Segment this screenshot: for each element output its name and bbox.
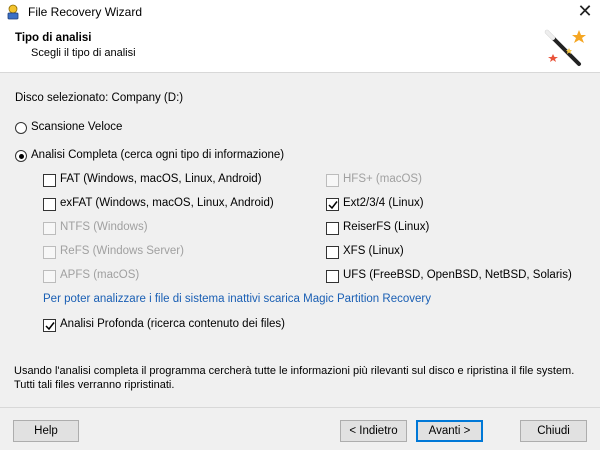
selected-disk-label: Disco selezionato: Company (D:)	[15, 92, 184, 104]
ntfs-checkbox	[43, 222, 56, 235]
hfsplus-label: HFS+ (macOS)	[343, 173, 422, 185]
refs-checkbox	[43, 246, 56, 259]
xfs-label[interactable]: XFS (Linux)	[343, 245, 404, 257]
ufs-label[interactable]: UFS (FreeBSD, OpenBSD, NetBSD, Solaris)	[343, 269, 572, 281]
deep-scan-label[interactable]: Analisi Profonda (ricerca contenuto dei …	[60, 318, 285, 330]
page-title: Tipo di analisi	[15, 32, 92, 44]
apfs-checkbox	[43, 270, 56, 283]
footer-divider	[0, 407, 600, 408]
reiserfs-label[interactable]: ReiserFS (Linux)	[343, 221, 429, 233]
ntfs-label: NTFS (Windows)	[60, 221, 148, 233]
xfs-checkbox[interactable]	[326, 246, 339, 259]
ext-label[interactable]: Ext2/3/4 (Linux)	[343, 197, 424, 209]
exfat-label[interactable]: exFAT (Windows, macOS, Linux, Android)	[60, 197, 274, 209]
fast-scan-label[interactable]: Scansione Veloce	[31, 121, 122, 133]
refs-label: ReFS (Windows Server)	[60, 245, 184, 257]
checkmark-icon	[328, 201, 338, 210]
page-subtitle: Scegli il tipo di analisi	[31, 47, 136, 59]
scan-description: Usando l'analisi completa il programma c…	[14, 365, 575, 391]
close-window-icon[interactable]: ✕	[574, 1, 596, 23]
checkmark-icon	[45, 322, 55, 331]
deep-scan-checkbox[interactable]	[43, 319, 56, 332]
magic-partition-recovery-link[interactable]: Per poter analizzare i file di sistema i…	[43, 293, 431, 305]
apfs-label: APFS (macOS)	[60, 269, 140, 281]
next-button[interactable]: Avanti >	[416, 420, 483, 442]
window-title: File Recovery Wizard	[28, 5, 143, 19]
fat-label[interactable]: FAT (Windows, macOS, Linux, Android)	[60, 173, 262, 185]
fat-checkbox[interactable]	[43, 174, 56, 187]
ext-checkbox[interactable]	[326, 198, 339, 211]
back-button[interactable]: < Indietro	[340, 420, 407, 442]
close-button[interactable]: Chiudi	[520, 420, 587, 442]
fast-scan-radio[interactable]	[15, 122, 27, 134]
app-icon	[5, 4, 21, 20]
full-scan-radio[interactable]	[15, 150, 27, 162]
exfat-checkbox[interactable]	[43, 198, 56, 211]
reiserfs-checkbox[interactable]	[326, 222, 339, 235]
ufs-checkbox[interactable]	[326, 270, 339, 283]
help-button[interactable]: Help	[13, 420, 79, 442]
full-scan-label[interactable]: Analisi Completa (cerca ogni tipo di inf…	[31, 149, 284, 161]
magic-wand-icon	[539, 26, 591, 70]
hfsplus-checkbox	[326, 174, 339, 187]
